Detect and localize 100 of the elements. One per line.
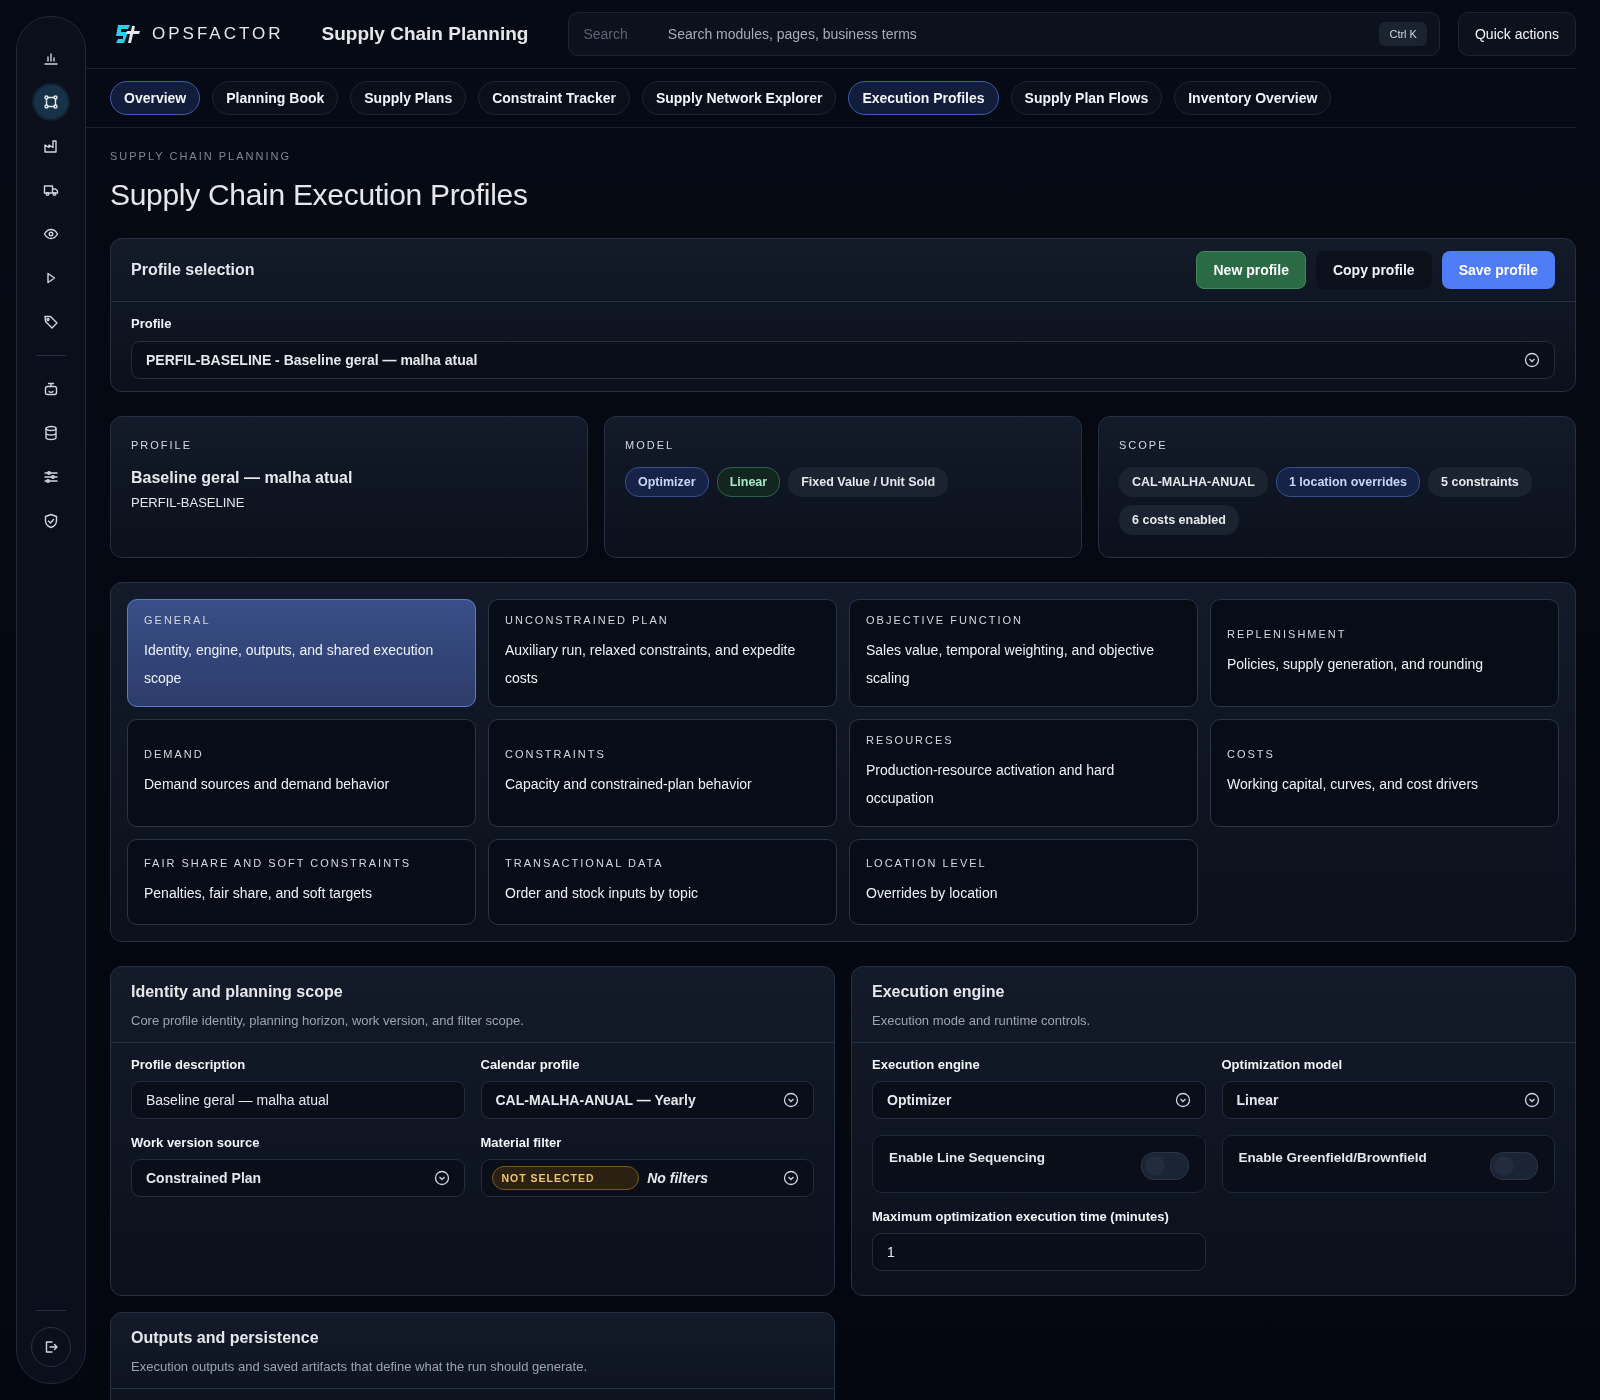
factory-icon — [43, 138, 59, 154]
select-field[interactable]: Linear — [1221, 1081, 1555, 1119]
section-description: Auxiliary run, relaxed constraints, and expedite costs — [505, 641, 797, 688]
nav-tab[interactable]: Constraint Tracker — [478, 81, 630, 115]
section-description: Order and stock inputs by topic — [505, 884, 699, 903]
nav-tab[interactable]: Inventory Overview — [1174, 81, 1332, 115]
section-description: Overrides by location — [866, 884, 999, 903]
nav-tab[interactable]: Supply Network Explorer — [641, 81, 837, 115]
section-title: GENERAL — [144, 614, 212, 626]
toggle-switch[interactable] — [1490, 1152, 1538, 1180]
section-card[interactable]: FAIR SHARE AND SOFT CONSTRAINTS Penalties, fair share, and soft targets — [127, 839, 476, 925]
tag: Fixed Value / Unit Sold — [788, 467, 949, 497]
chevron-icon — [433, 1170, 450, 1186]
select-field[interactable]: Optimizer — [872, 1081, 1206, 1119]
panel-title: Execution engine — [872, 983, 1006, 1001]
nav-tab[interactable]: Supply Plans — [350, 81, 467, 115]
brand-name: OPSFACTOR — [152, 24, 284, 44]
tag: Optimizer — [625, 467, 709, 497]
select-field[interactable]: Constrained Plan — [131, 1159, 465, 1197]
profile-select[interactable]: PERFIL-BASELINE - Baseline geral — malha atual — [131, 341, 1555, 379]
status-badge: NOT SELECTED — [491, 1166, 640, 1190]
section-card[interactable]: TRANSACTIONAL DATA Order and stock inputs by topic — [488, 839, 837, 925]
card-label: MODEL — [625, 439, 675, 451]
panel-title: Identity and planning scope — [131, 983, 344, 1001]
shortcut-hint: Ctrl K — [1379, 22, 1427, 46]
section-card[interactable]: REPLENISHMENT Policies, supply generation, and rounding — [1210, 599, 1559, 707]
section-title: COSTS — [1227, 748, 1276, 760]
section-card[interactable]: GENERAL Identity, engine, outputs, and shared execution scope — [127, 599, 476, 707]
toggle-switch[interactable] — [1140, 1152, 1189, 1180]
section-title: DEMAND — [144, 748, 205, 760]
nav-tab[interactable]: Overview — [110, 81, 201, 115]
eye-icon — [43, 226, 59, 242]
text-field[interactable]: Baseline geral — malha atual — [131, 1081, 465, 1119]
section-description: Demand sources and demand behavior — [144, 775, 391, 794]
section-description: Identity, engine, outputs, and shared execution scope — [144, 641, 435, 688]
section-card[interactable]: OBJECTIVE FUNCTION Sales value, temporal weighting, and objective scaling — [849, 599, 1198, 707]
section-title: OBJECTIVE FUNCTION — [866, 614, 1024, 626]
quick-actions-button[interactable]: Quick actions — [1457, 12, 1576, 56]
toggle-label: Enable Greenfield/Brownfield — [1238, 1150, 1427, 1165]
truck-icon — [43, 182, 59, 198]
section-card[interactable]: UNCONSTRAINED PLAN Auxiliary run, relaxed constraints, and expedite costs — [488, 599, 837, 707]
section-description: Policies, supply generation, and rounding — [1227, 655, 1485, 674]
panel-title: Outputs and persistence — [131, 1329, 320, 1347]
search-field[interactable]: Search Search modules, pages, business terms Ctrl K — [568, 12, 1440, 56]
select-field[interactable]: CAL-MALHA-ANUAL — Yearly — [480, 1081, 814, 1119]
chevron-icon — [1524, 1092, 1540, 1108]
sidebar-item[interactable] — [34, 85, 68, 119]
toggle-label: Enable Line Sequencing — [889, 1150, 1046, 1165]
section-card[interactable]: RESOURCES Production-resource activation and hard occupation — [849, 719, 1198, 827]
section-title: REPLENISHMENT — [1227, 628, 1348, 640]
section-description: Production-resource activation and hard occupation — [866, 761, 1116, 808]
field-label: Material filter — [480, 1135, 563, 1150]
page-title: Supply Chain Execution Profiles — [110, 178, 529, 212]
database-icon — [43, 425, 59, 441]
nodes-icon — [43, 94, 59, 110]
section-description: Sales value, temporal weighting, and objective scaling — [866, 641, 1155, 688]
section-card[interactable]: CONSTRAINTS Capacity and constrained-plan behavior — [488, 719, 837, 827]
panel-subtitle: Execution mode and runtime controls. — [872, 1013, 1092, 1028]
robot-icon — [43, 381, 59, 397]
field-label: Maximum optimization execution time (minutes) — [872, 1209, 1170, 1224]
section-title: RESOURCES — [866, 734, 955, 746]
action-button[interactable]: New profile — [1196, 251, 1306, 289]
field-label: Execution engine — [872, 1057, 981, 1072]
section-card[interactable]: COSTS Working capital, curves, and cost drivers — [1210, 719, 1559, 827]
module-title: Supply Chain Planning — [321, 23, 529, 45]
section-card[interactable]: DEMAND Demand sources and demand behavior — [127, 719, 476, 827]
section-description: Capacity and constrained-plan behavior — [505, 775, 753, 794]
filter-value[interactable]: No filters — [647, 1170, 775, 1186]
nav-tab[interactable]: Execution Profiles — [848, 81, 999, 115]
section-card[interactable]: LOCATION LEVEL Overrides by location — [849, 839, 1198, 925]
search-input[interactable]: Search modules, pages, business terms — [665, 25, 1342, 43]
field-label: Optimization model — [1221, 1057, 1344, 1072]
breadcrumb: SUPPLY CHAIN PLANNING — [110, 150, 292, 162]
section-title: LOCATION LEVEL — [866, 857, 988, 869]
card-label: PROFILE — [131, 439, 193, 451]
field-label: Calendar profile — [480, 1057, 581, 1072]
chart-icon — [43, 50, 59, 66]
chevron-icon — [783, 1170, 799, 1186]
chevron-icon — [1174, 1092, 1191, 1108]
chevron-icon — [1524, 352, 1540, 368]
field-label: Profile description — [131, 1057, 247, 1072]
tag-icon — [43, 314, 59, 330]
panel-subtitle: Core profile identity, planning horizon, work version, and filter scope. — [131, 1013, 525, 1028]
text-field[interactable]: 1 — [872, 1233, 1206, 1271]
tag: CAL-MALHA-ANUAL — [1119, 467, 1268, 497]
sliders-icon — [43, 469, 59, 485]
profile-code: PERFIL-BASELINE — [131, 495, 245, 510]
nav-tab[interactable]: Planning Book — [212, 81, 339, 115]
field-label: Profile — [131, 316, 173, 331]
action-button[interactable]: Copy profile — [1315, 251, 1432, 289]
section-description: Working capital, curves, and cost drivers — [1227, 775, 1480, 794]
section-description: Penalties, fair share, and soft targets — [144, 884, 373, 903]
chevron-icon — [783, 1092, 799, 1108]
section-title: TRANSACTIONAL DATA — [505, 857, 665, 869]
panel-subtitle: Execution outputs and saved artifacts that define what the run should generate. — [131, 1359, 589, 1374]
section-title: UNCONSTRAINED PLAN — [505, 614, 670, 626]
action-button[interactable]: Save profile — [1441, 251, 1555, 289]
card-title: Profile selection — [131, 261, 255, 279]
field-label: Work version source — [131, 1135, 261, 1150]
nav-tab[interactable]: Supply Plan Flows — [1010, 81, 1163, 115]
